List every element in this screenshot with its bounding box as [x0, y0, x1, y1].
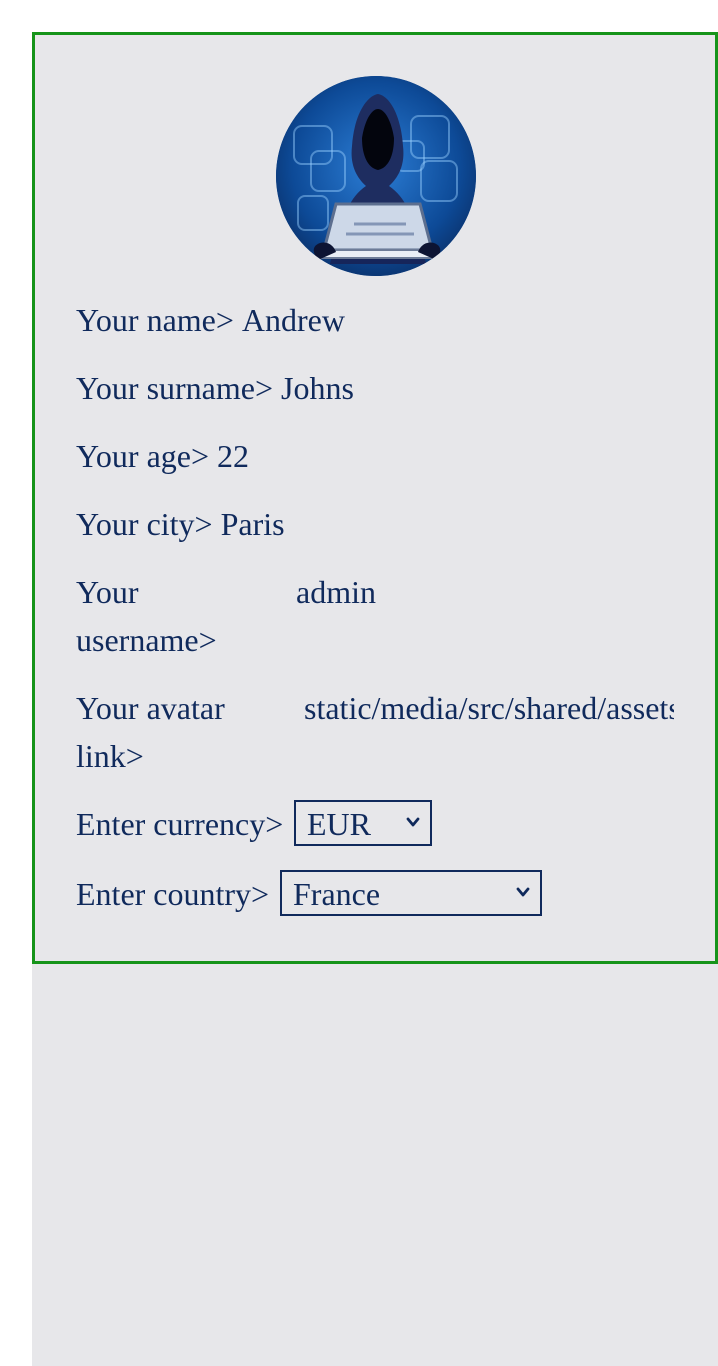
- name-label: Your name>: [76, 302, 234, 338]
- username-value: admin: [296, 574, 376, 610]
- country-label: Enter country>: [76, 876, 270, 912]
- avatar: [276, 76, 476, 276]
- username-label: Your username>: [76, 574, 217, 658]
- currency-select[interactable]: EUR: [294, 800, 432, 846]
- name-value: Andrew: [241, 302, 345, 338]
- age-label: Your age>: [76, 438, 210, 474]
- surname-label: Your surname>: [76, 370, 274, 406]
- city-label: Your city>: [76, 506, 213, 542]
- age-row: Your age> 22: [76, 432, 249, 480]
- chevron-down-icon: [516, 887, 530, 897]
- avatar-link-label: Your avatar link>: [76, 690, 225, 774]
- chevron-down-icon: [406, 817, 420, 827]
- age-value: 22: [217, 438, 250, 474]
- currency-selected-value: EUR: [307, 806, 371, 842]
- profile-card: Your name> Andrew Your surname> Johns Your…: [32, 32, 718, 964]
- name-row: Your name> Andrew: [76, 296, 345, 344]
- city-row: Your city> Paris: [76, 500, 285, 548]
- surname-row: Your surname> Johns: [76, 364, 354, 412]
- city-value: Paris: [220, 506, 285, 542]
- avatar-link-value: static/media/src/shared/assets: [304, 690, 674, 726]
- country-selected-value: France: [293, 876, 381, 912]
- country-select[interactable]: France: [280, 870, 542, 916]
- hooded-hacker-avatar-icon: [276, 76, 476, 276]
- currency-label: Enter currency>: [76, 806, 284, 842]
- surname-value: Johns: [281, 370, 354, 406]
